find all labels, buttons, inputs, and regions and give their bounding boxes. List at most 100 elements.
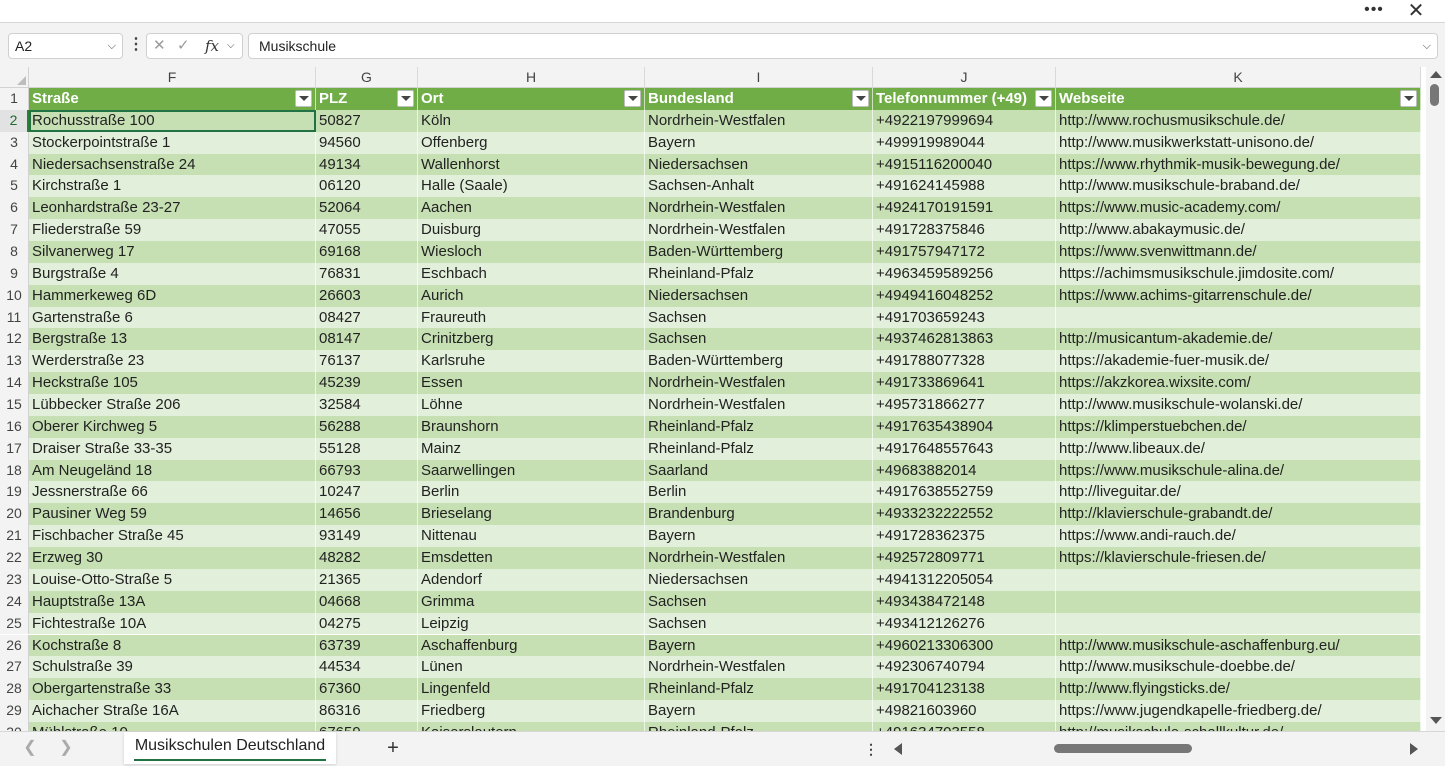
table-cell[interactable]: Lingenfeld [418, 678, 645, 701]
table-cell[interactable]: +491757947172 [873, 241, 1056, 263]
table-cell[interactable]: Bergstraße 13 [29, 328, 316, 351]
table-cell[interactable]: Am Neugeländ 18 [29, 459, 316, 482]
table-cell[interactable]: http://www.musikwerkstatt-unisono.de/ [1056, 131, 1421, 154]
table-cell[interactable]: +491703659243 [873, 306, 1056, 329]
table-cell[interactable]: Wiesloch [418, 241, 645, 263]
table-cell[interactable]: 49134 [316, 153, 418, 176]
table-cell[interactable]: Baden-Württemberg [645, 350, 873, 373]
table-cell[interactable]: https://klimperstuebchen.de/ [1056, 415, 1421, 438]
table-cell[interactable]: http://musicantum-akademie.de/ [1056, 328, 1421, 351]
row-header[interactable]: 8 [0, 241, 29, 263]
row-header[interactable]: 4 [0, 153, 29, 176]
table-header-cell[interactable]: PLZ [316, 88, 418, 110]
table-cell[interactable]: Saarwellingen [418, 459, 645, 482]
table-cell[interactable]: 50827 [316, 109, 418, 132]
table-cell[interactable]: +4949416048252 [873, 284, 1056, 307]
table-cell[interactable]: http://www.flyingsticks.de/ [1056, 678, 1421, 701]
table-cell[interactable]: 04275 [316, 612, 418, 635]
table-cell[interactable]: +4917638552759 [873, 481, 1056, 504]
filter-dropdown-icon[interactable] [624, 90, 641, 107]
filter-dropdown-icon[interactable] [852, 90, 869, 107]
table-cell[interactable]: http://www.musikschule-braband.de/ [1056, 175, 1421, 198]
row-header[interactable]: 24 [0, 590, 29, 613]
table-cell[interactable]: Wallenhorst [418, 153, 645, 176]
chevron-down-icon[interactable]: ⌵ [108, 34, 116, 58]
table-cell[interactable]: Heckstraße 105 [29, 372, 316, 395]
table-cell[interactable]: Brandenburg [645, 503, 873, 526]
table-cell[interactable]: Louise-Otto-Straße 5 [29, 568, 316, 591]
table-cell[interactable]: http://www.musikschule-wolanski.de/ [1056, 394, 1421, 416]
table-cell[interactable]: 66793 [316, 459, 418, 482]
table-header-cell[interactable]: Bundesland [645, 88, 873, 110]
table-cell[interactable]: +491728362375 [873, 525, 1056, 548]
table-cell[interactable]: Bayern [645, 131, 873, 154]
table-cell[interactable]: Pausiner Weg 59 [29, 503, 316, 526]
table-cell[interactable]: Fraureuth [418, 306, 645, 329]
table-cell[interactable]: +493412126276 [873, 612, 1056, 635]
table-cell[interactable]: Aurich [418, 284, 645, 307]
table-cell[interactable]: +49821603960 [873, 700, 1056, 722]
table-cell[interactable]: https://www.jugendkapelle-friedberg.de/ [1056, 700, 1421, 722]
row-header[interactable]: 23 [0, 568, 29, 591]
table-cell[interactable]: Jessnerstraße 66 [29, 481, 316, 504]
table-cell[interactable]: Aachen [418, 197, 645, 220]
table-cell[interactable]: Fischbacher Straße 45 [29, 525, 316, 548]
table-cell[interactable]: Nittenau [418, 525, 645, 548]
table-cell[interactable]: http://www.libeaux.de/ [1056, 437, 1421, 460]
table-cell[interactable]: Fliederstraße 59 [29, 219, 316, 242]
column-header-h[interactable]: H [418, 67, 645, 88]
table-cell[interactable]: https://www.rhythmik-musik-bewegung.de/ [1056, 153, 1421, 176]
row-header[interactable]: 5 [0, 175, 29, 198]
table-cell[interactable]: +491704123138 [873, 678, 1056, 701]
row-header[interactable]: 13 [0, 350, 29, 373]
table-cell[interactable]: Eschbach [418, 262, 645, 285]
table-cell[interactable]: Fichtestraße 10A [29, 612, 316, 635]
table-cell[interactable]: https://www.andi-rauch.de/ [1056, 525, 1421, 548]
table-cell[interactable]: http://liveguitar.de/ [1056, 481, 1421, 504]
more-vertical-icon[interactable]: ⋮ [864, 738, 878, 760]
table-cell[interactable]: Silvanerweg 17 [29, 241, 316, 263]
cancel-icon[interactable]: ✕ [153, 34, 166, 58]
scroll-up-icon[interactable] [1430, 71, 1442, 78]
row-header[interactable]: 20 [0, 503, 29, 526]
table-cell[interactable]: 47055 [316, 219, 418, 242]
table-header-cell[interactable]: Webseite [1056, 88, 1421, 110]
row-header[interactable]: 11 [0, 306, 29, 329]
column-header-j[interactable]: J [873, 67, 1056, 88]
table-cell[interactable]: Niedersachsenstraße 24 [29, 153, 316, 176]
table-cell[interactable]: +4933232222552 [873, 503, 1056, 526]
table-cell[interactable]: https://www.musikschule-alina.de/ [1056, 459, 1421, 482]
table-cell[interactable]: Rheinland-Pfalz [645, 437, 873, 460]
filter-dropdown-icon[interactable] [295, 90, 312, 107]
chevron-down-icon[interactable]: ⌵ [227, 34, 235, 58]
table-header-cell[interactable]: Telefonnummer (+49) [873, 88, 1056, 110]
close-icon[interactable]: ✕ [1402, 0, 1430, 22]
table-cell[interactable]: +495731866277 [873, 394, 1056, 416]
table-cell[interactable]: Sachsen [645, 328, 873, 351]
row-header[interactable]: 3 [0, 131, 29, 154]
expand-formula-icon[interactable]: ⌵ [1423, 34, 1431, 58]
table-cell[interactable]: 08427 [316, 306, 418, 329]
table-cell[interactable]: Halle (Saale) [418, 175, 645, 198]
table-cell[interactable]: +4960213306300 [873, 634, 1056, 657]
table-cell[interactable]: Kaiserslautern [418, 721, 645, 731]
table-cell[interactable]: 48282 [316, 547, 418, 569]
table-cell[interactable]: Leonhardstraße 23-27 [29, 197, 316, 220]
table-cell[interactable]: Aschaffenburg [418, 634, 645, 657]
table-cell[interactable]: https://achimsmusikschule.jimdosite.com/ [1056, 262, 1421, 285]
table-cell[interactable]: Aichacher Straße 16A [29, 700, 316, 722]
table-cell[interactable]: Schulstraße 39 [29, 656, 316, 679]
table-cell[interactable]: Nordrhein-Westfalen [645, 219, 873, 242]
vertical-scrollbar[interactable] [1426, 67, 1445, 731]
table-cell[interactable]: 55128 [316, 437, 418, 460]
table-cell[interactable]: Kochstraße 8 [29, 634, 316, 657]
table-cell[interactable]: 63739 [316, 634, 418, 657]
table-cell[interactable]: http://musikschule-schallkultur.de/ [1056, 721, 1421, 731]
table-cell[interactable]: Lübbecker Straße 206 [29, 394, 316, 416]
name-box[interactable]: A2 ⌵ [8, 33, 123, 59]
table-cell[interactable]: Niedersachsen [645, 153, 873, 176]
row-header[interactable]: 17 [0, 437, 29, 460]
table-cell[interactable]: 32584 [316, 394, 418, 416]
row-header[interactable]: 6 [0, 197, 29, 220]
table-cell[interactable]: 86316 [316, 700, 418, 722]
